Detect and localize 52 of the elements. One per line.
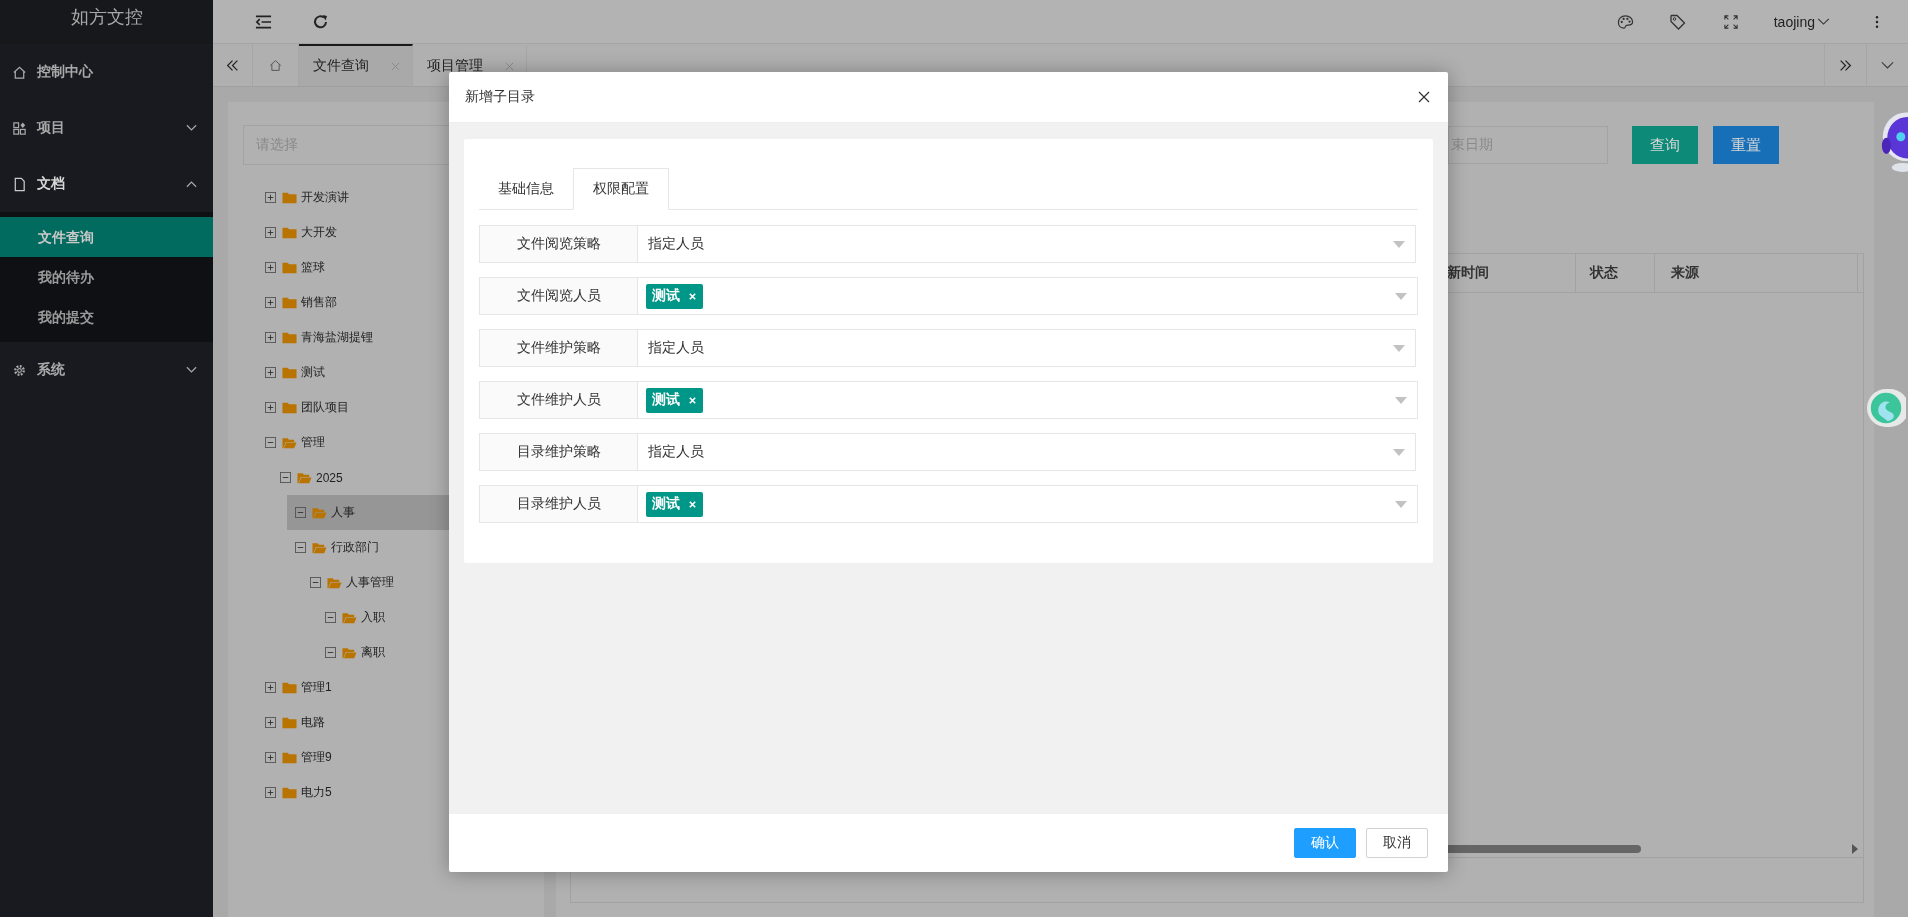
select-field[interactable]: 测试 — [638, 485, 1418, 523]
tree-item[interactable]: 销售部 — [301, 294, 337, 311]
field-label: 文件阅览人员 — [479, 277, 638, 315]
dialog-tab[interactable]: 权限配置 — [573, 168, 669, 210]
tree-item[interactable]: 青海盐湖提锂 — [301, 329, 373, 346]
select-field[interactable]: 测试 — [638, 277, 1418, 315]
tree-item[interactable]: 入职 — [361, 609, 385, 626]
nav-subitem[interactable]: 我的提交 — [0, 297, 213, 337]
tree-item[interactable]: 篮球 — [301, 259, 325, 276]
select-field[interactable]: 指定人员 — [638, 433, 1416, 471]
tree-item[interactable]: 人事 — [331, 504, 355, 521]
tree-item[interactable]: 团队项目 — [301, 399, 349, 416]
selected-tag[interactable]: 测试 — [646, 387, 703, 413]
tree-item[interactable]: 人事管理 — [346, 574, 394, 591]
dialog-title: 新增子目录 — [465, 88, 536, 106]
tree-item[interactable]: 电路 — [301, 714, 325, 731]
field-label: 文件阅览策略 — [479, 225, 638, 263]
tree-item[interactable]: 行政部门 — [331, 539, 379, 556]
select-field[interactable]: 指定人员 — [638, 225, 1416, 263]
field-label: 文件维护策略 — [479, 329, 638, 367]
selected-tag[interactable]: 测试 — [646, 283, 703, 309]
column-header: 来源 — [1655, 254, 1858, 292]
nav-subitem[interactable]: 我的待办 — [0, 257, 213, 297]
select-field[interactable]: 指定人员 — [638, 329, 1416, 367]
field-label: 目录维护策略 — [479, 433, 638, 471]
tree-item[interactable]: 电力5 — [301, 784, 332, 801]
user-menu[interactable]: taojing — [1773, 13, 1815, 30]
tree-item[interactable]: 大开发 — [301, 224, 337, 241]
select-field[interactable]: 测试 — [638, 381, 1418, 419]
nav-item[interactable]: 项目 — [0, 100, 213, 156]
field-label: 文件维护人员 — [479, 381, 638, 419]
tree-item[interactable]: 管理9 — [301, 749, 332, 766]
nav-item[interactable]: 控制中心 — [0, 44, 213, 100]
tree-item[interactable]: 开发演讲 — [301, 189, 349, 206]
tree-item[interactable]: 管理1 — [301, 679, 332, 696]
selected-tag[interactable]: 测试 — [646, 491, 703, 517]
tab-label: 项目管理 — [427, 57, 483, 75]
app-title: 如方文控 — [0, 0, 213, 44]
tab-label: 文件查询 — [313, 57, 369, 75]
tree-item[interactable]: 测试 — [301, 364, 325, 381]
nav-subitem[interactable]: 文件查询 — [0, 217, 213, 257]
nav-item[interactable]: 系统 — [0, 342, 213, 398]
dialog-tab[interactable]: 基础信息 — [479, 168, 573, 209]
tree-item[interactable]: 2025 — [316, 470, 343, 485]
tree-item[interactable]: 管理 — [301, 434, 325, 451]
column-header: 状态 — [1576, 254, 1655, 292]
page-tab[interactable]: 文件查询 — [299, 44, 413, 86]
search-form-button[interactable]: 重置 — [1713, 126, 1779, 164]
nav-item[interactable]: 文档 — [0, 156, 213, 212]
tree-item[interactable]: 离职 — [361, 644, 385, 661]
field-label: 目录维护人员 — [479, 485, 638, 523]
dialog-button[interactable]: 取消 — [1366, 828, 1428, 858]
